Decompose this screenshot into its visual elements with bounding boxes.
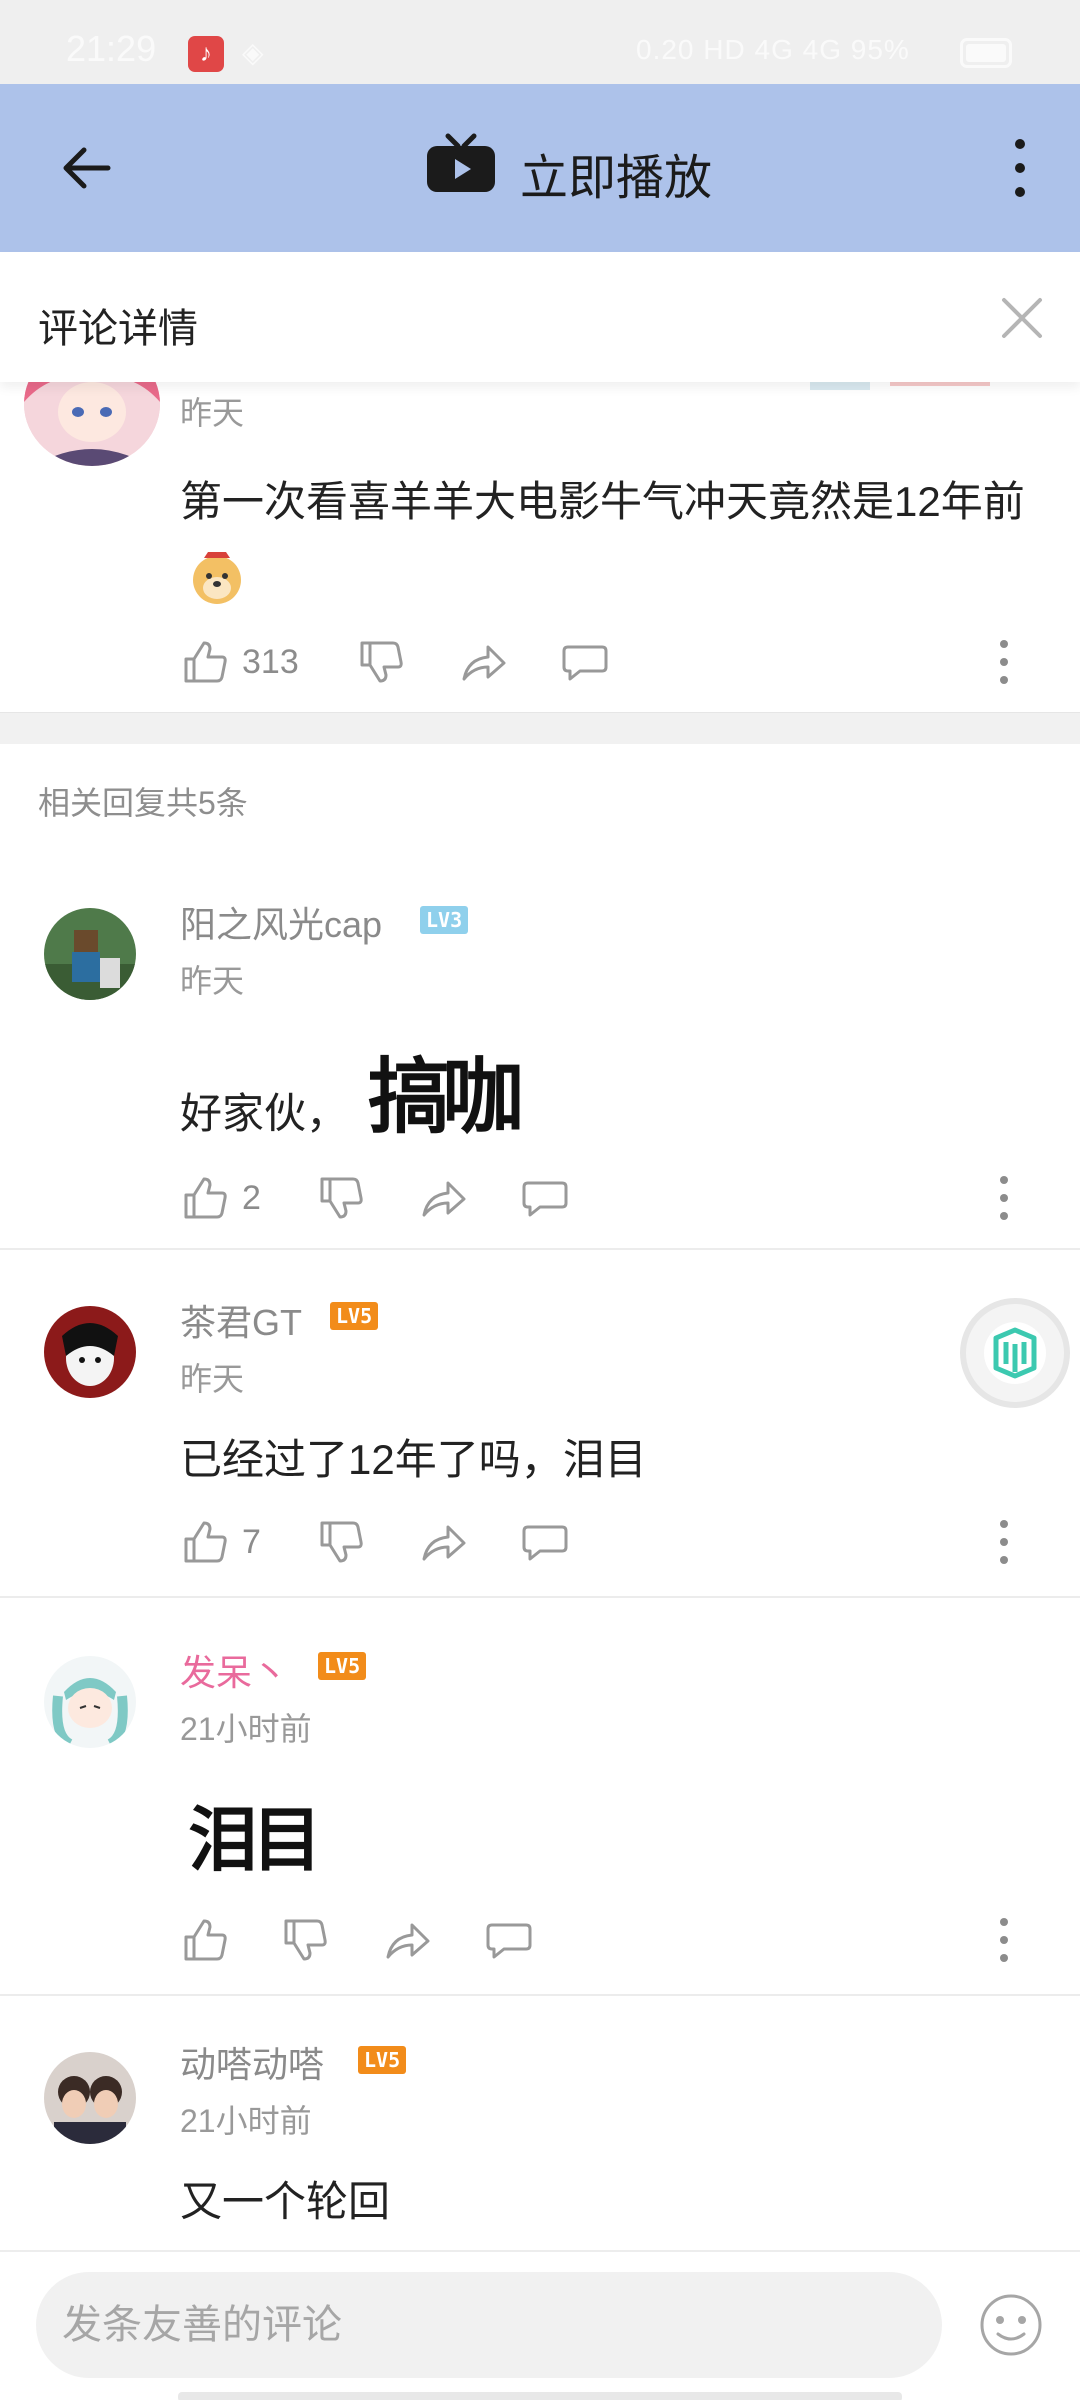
comment-detail-header: 评论详情 (0, 252, 1080, 382)
share-icon (422, 1181, 466, 1217)
status-indicators: 0.20 HD 4G 4G 95% (636, 34, 910, 65)
thumb-up-icon (184, 641, 227, 683)
share-icon (462, 645, 506, 681)
more-vertical-icon[interactable] (996, 1172, 1012, 1224)
emoji-icon[interactable] (978, 2292, 1044, 2358)
like-count: 7 (242, 1522, 261, 1561)
comment-actions (180, 1910, 1060, 1970)
share-button[interactable] (418, 1512, 468, 1572)
comment-icon (522, 1181, 568, 1217)
like-count: 2 (242, 1178, 261, 1217)
username[interactable]: 发呆丶 (180, 1644, 288, 1696)
cube-icon (993, 1327, 1037, 1379)
like-button[interactable]: 2 (180, 1168, 261, 1228)
comment-icon (486, 1923, 532, 1959)
dislike-button[interactable] (316, 1512, 366, 1572)
like-button[interactable]: 313 (180, 632, 299, 692)
thumb-down-icon (320, 1177, 363, 1219)
sticker-emote: 泪目 (188, 1798, 322, 1881)
battery-icon (960, 38, 1012, 68)
sticker-emote: 搞咖 (368, 1049, 524, 1145)
comment-text: 已经过了12年了吗，泪目 (180, 1436, 647, 1483)
reply-button[interactable] (484, 1910, 534, 1970)
back-arrow-icon[interactable] (56, 138, 116, 198)
thumb-up-icon (184, 1177, 227, 1219)
reply-item: 发呆丶 LV5 21小时前 泪目 (0, 1598, 1080, 1996)
share-button[interactable] (382, 1910, 432, 1970)
reply-item: 动嗒动嗒 LV5 21小时前 又一个轮回 (0, 1996, 1080, 2250)
like-button[interactable] (180, 1910, 230, 1970)
comment-text-content: 第一次看喜羊羊大电影牛气冲天竟然是12年前 (180, 478, 1025, 525)
comment-actions: 7 (180, 1512, 1060, 1572)
thumb-up-icon (184, 1521, 227, 1563)
comment-time: 21小时前 (180, 1711, 312, 1747)
panel-title: 评论详情 (38, 307, 198, 351)
doge-emoji-icon (193, 551, 241, 604)
reply-button[interactable] (520, 1512, 570, 1572)
share-button[interactable] (418, 1168, 468, 1228)
avatar[interactable] (24, 382, 160, 466)
thumb-down-icon (284, 1919, 327, 1961)
app-bar: 立即播放 (0, 84, 1080, 252)
avatar[interactable] (44, 908, 136, 1000)
home-indicator (178, 2392, 902, 2400)
comment-text: 好家伙， (180, 1090, 349, 1137)
thumb-down-icon (360, 641, 403, 683)
comment-time: 21小时前 (180, 2103, 312, 2139)
share-icon (422, 1525, 466, 1561)
reply-item: 茶君GT LV5 昨天 已经过了12年了吗，泪目 7 (0, 1250, 1080, 1598)
level-badge: LV5 (330, 1302, 379, 1330)
more-vertical-icon[interactable] (996, 636, 1012, 688)
avatar[interactable] (44, 1656, 136, 1748)
decoration-badge (810, 382, 990, 390)
dislike-button[interactable] (280, 1910, 330, 1970)
dislike-button[interactable] (316, 1168, 366, 1228)
comment-actions: 2 (180, 1168, 1060, 1228)
comment-text: 又一个轮回 (180, 2178, 391, 2225)
comment-time: 昨天 (180, 1361, 245, 1397)
level-badge: LV3 (420, 906, 469, 934)
layers-icon: ◈ (242, 37, 264, 68)
comment-time: 昨天 (180, 395, 245, 431)
comment-icon (522, 1525, 568, 1561)
avatar[interactable] (44, 2052, 136, 2144)
level-badge: LV5 (318, 1652, 367, 1680)
comment-input[interactable] (36, 2272, 942, 2378)
replies-count: 相关回复共5条 (38, 785, 248, 821)
music-app-icon: ♪ (188, 36, 224, 72)
comment-actions: 313 (180, 632, 1060, 692)
section-divider (0, 712, 1080, 744)
username[interactable]: 茶君GT (180, 1294, 302, 1346)
comment-time: 昨天 (180, 963, 245, 999)
share-button[interactable] (458, 632, 508, 692)
dislike-button[interactable] (356, 632, 406, 692)
thumb-down-icon (320, 1521, 363, 1563)
like-count: 313 (242, 642, 299, 681)
reply-item: 阳之风光cap LV3 昨天 好家伙， 搞咖 2 (0, 850, 1080, 1250)
main-comment: 昨天 第一次看喜羊羊大电影牛气冲天竟然是12年前 313 (0, 382, 1080, 712)
share-icon (386, 1923, 430, 1959)
like-button[interactable]: 7 (180, 1512, 261, 1572)
username[interactable]: 动嗒动嗒 (180, 2036, 324, 2088)
play-now-title[interactable]: 立即播放 (520, 138, 712, 208)
tv-icon (427, 133, 495, 192)
status-time: 21:29 (66, 28, 157, 69)
level-badge: LV5 (358, 2046, 407, 2074)
status-bar: 21:29 ♪ ◈ 0.20 HD 4G 4G 95% (0, 0, 1080, 84)
comment-icon (562, 645, 608, 681)
bottom-comment-bar (0, 2250, 1080, 2400)
comment-text: 第一次看喜羊羊大电影牛气冲天竟然是12年前 (180, 466, 1050, 610)
username[interactable]: 阳之风光cap (180, 896, 382, 948)
more-vertical-icon[interactable] (996, 1516, 1012, 1568)
more-vertical-icon[interactable] (996, 1914, 1012, 1966)
reply-button[interactable] (520, 1168, 570, 1228)
more-vertical-icon[interactable] (1000, 132, 1040, 204)
thumb-up-icon (184, 1919, 227, 1961)
floating-box-button[interactable] (960, 1298, 1070, 1408)
reply-button[interactable] (560, 632, 610, 692)
fab-inner (984, 1322, 1046, 1384)
close-icon[interactable] (998, 294, 1046, 342)
avatar[interactable] (44, 1306, 136, 1398)
